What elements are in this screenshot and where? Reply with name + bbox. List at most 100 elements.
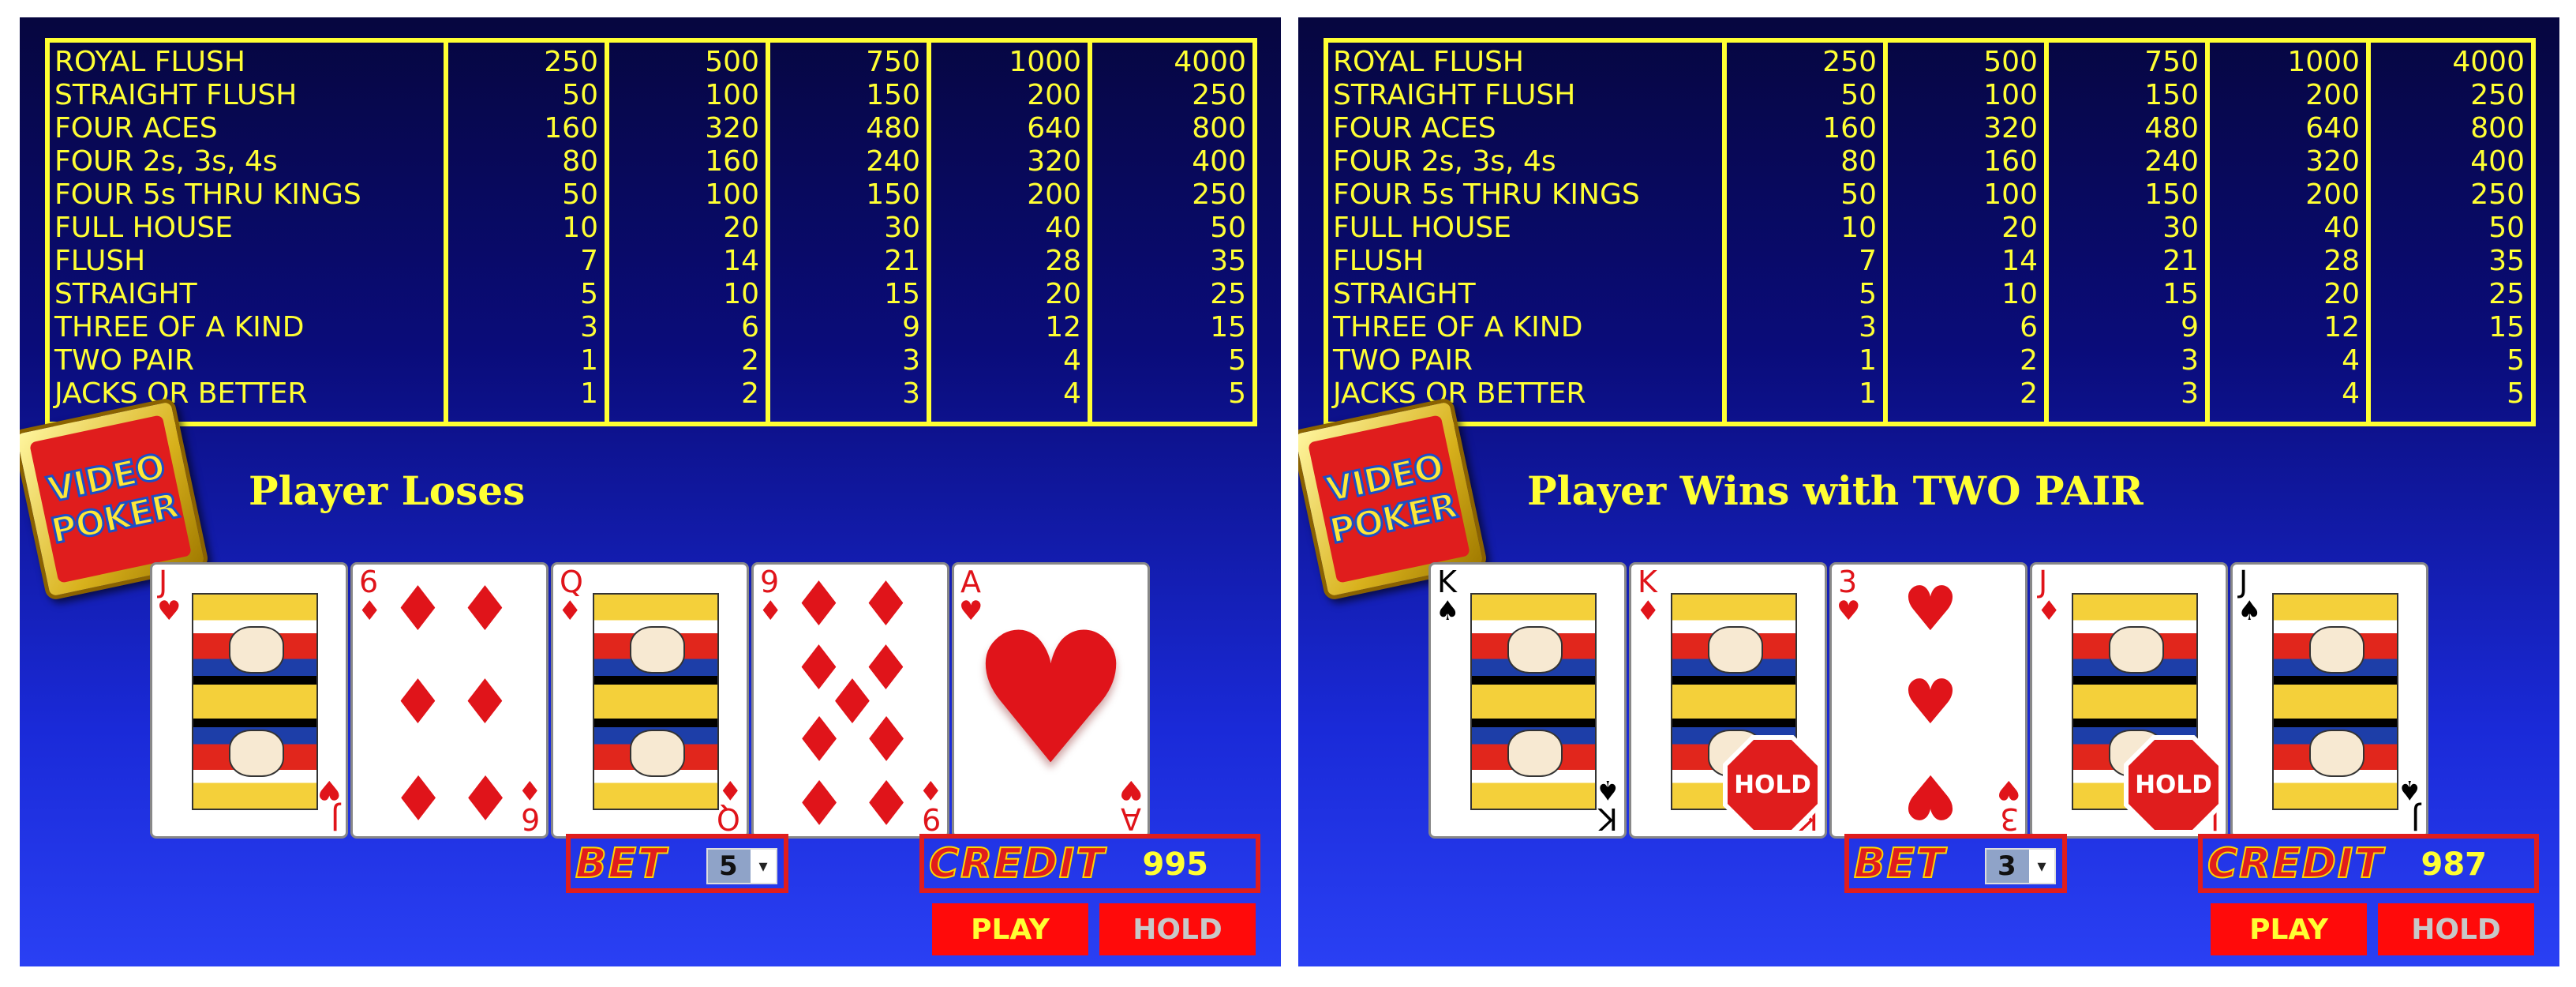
hold-badge[interactable]: HOLD <box>1723 735 1822 835</box>
paytable-hand: TWO PAIR <box>54 344 195 377</box>
playing-card[interactable]: 3 ♥ 3 ♥ ♥ ♥ ♥ <box>1829 562 2027 839</box>
hold-button[interactable]: HOLD <box>2378 903 2534 955</box>
paytable-payout: 7 <box>580 245 598 277</box>
play-button[interactable]: PLAY <box>932 903 1088 955</box>
bet-select[interactable]: 3 ▾ <box>1985 848 2056 884</box>
credit-label: CREDIT <box>2207 839 2384 888</box>
bet-value: 5 <box>719 850 738 882</box>
paytable-hand-names: ROYAL FLUSH STRAIGHT FLUSH FOUR ACES FOU… <box>1328 43 1727 422</box>
paytable-payout: 320 <box>705 112 759 144</box>
playing-card[interactable]: 9 ♦ 9 ♦ ♦ ♦ ♦ ♦ ♦ ♦ ♦ ♦ ♦ <box>751 562 949 839</box>
paytable-hand: FLUSH <box>54 245 146 277</box>
paytable-payout: 750 <box>2144 46 2199 78</box>
card-suit-icon: ♦ <box>758 595 783 627</box>
bet-label: BET <box>1853 839 1946 888</box>
paytable-payout: 20 <box>2323 278 2360 310</box>
paytable-payout: 800 <box>2470 112 2525 144</box>
paytable-payout: 400 <box>2470 145 2525 178</box>
suit-pip-icon: ♦ <box>457 574 513 646</box>
game-status: Player Wins with TWO PAIR <box>1527 467 2144 514</box>
playing-card[interactable]: J♦J♦HOLD <box>2030 562 2228 839</box>
card-rank: Q <box>717 801 740 836</box>
paytable-payout: 10 <box>2001 278 2038 310</box>
face-head-icon <box>1507 730 1563 777</box>
card-rank: 9 <box>921 801 941 836</box>
play-button[interactable]: PLAY <box>2211 903 2367 955</box>
paytable-payout: 50 <box>2488 212 2525 244</box>
playing-card[interactable]: K♦K♦HOLD <box>1629 562 1827 839</box>
face-card-art-icon <box>192 593 318 810</box>
playing-card[interactable]: J ♠ J ♠ <box>2230 562 2428 839</box>
paytable-payout: 3 <box>580 311 598 343</box>
paytable-payout: 7 <box>1859 245 1877 277</box>
paytable-payout: 500 <box>705 46 759 78</box>
paytable-payout: 5 <box>2507 344 2525 377</box>
credit-label: CREDIT <box>928 839 1106 888</box>
card-rank: 3 <box>1838 565 1858 599</box>
chevron-down-icon[interactable]: ▾ <box>2029 850 2054 883</box>
card-suit-icon: ♠ <box>2397 774 2421 805</box>
face-head-icon <box>2309 626 2364 674</box>
face-head-icon <box>1507 626 1563 674</box>
paytable-payout: 150 <box>866 79 920 111</box>
card-rank: J <box>2239 565 2248 599</box>
paytable-payout: 80 <box>562 145 598 178</box>
paytable-payout: 150 <box>866 178 920 211</box>
paytable-payout: 1 <box>580 377 598 410</box>
paytable-payout: 240 <box>866 145 920 178</box>
playing-card[interactable]: K ♠ K ♠ <box>1428 562 1627 839</box>
suit-pip-icon: ♦ <box>858 765 914 836</box>
hold-button[interactable]: HOLD <box>1099 903 1256 955</box>
card-suit-icon: ♦ <box>517 774 541 805</box>
paytable-payout: 4 <box>2342 377 2360 410</box>
card-suit-icon: ♦ <box>558 595 582 627</box>
paytable-payout: 4000 <box>1174 46 1246 78</box>
bet-label: BET <box>575 839 668 888</box>
paytable-column-1: 250 50 160 80 50 10 7 5 3 1 1 <box>1727 43 1888 422</box>
paytable-payout: 200 <box>2305 178 2360 211</box>
paytable-hand: JACKS OR BETTER <box>1333 377 1586 410</box>
playing-card[interactable]: J ♥ J ♥ <box>150 562 348 839</box>
playing-card[interactable]: Q ♦ Q ♦ <box>551 562 749 839</box>
suit-pip-icon: ♦ <box>791 765 847 836</box>
playing-card[interactable]: 6 ♦ 6 ♦ ♦ ♦ ♦ ♦ ♦ ♦ <box>350 562 549 839</box>
card-suit-icon: ♥ <box>1996 774 2020 805</box>
paytable-column-2: 500 100 320 160 100 20 14 10 6 2 2 <box>1888 43 2049 422</box>
bet-select[interactable]: 5 ▾ <box>706 848 777 884</box>
paytable-payout: 160 <box>544 112 598 144</box>
paytable-column-1: 250 50 160 80 50 10 7 5 3 1 1 <box>448 43 609 422</box>
face-head-icon <box>229 626 284 674</box>
card-rank: J <box>330 801 339 836</box>
hold-badge-label: HOLD <box>2129 740 2218 830</box>
paytable-payout: 5 <box>580 278 598 310</box>
paytable-column-5: 4000 250 800 400 250 50 35 25 15 5 5 <box>1092 43 1252 422</box>
paytable-column-3: 750 150 480 240 150 30 21 15 9 3 3 <box>770 43 931 422</box>
card-rank: A <box>960 565 981 599</box>
paytable-payout: 20 <box>2001 212 2038 244</box>
paytable-payout: 1 <box>1859 377 1877 410</box>
card-pips: ♦ ♦ ♦ ♦ ♦ ♦ ♦ ♦ ♦ <box>785 574 919 836</box>
paytable-column-4: 1000 200 640 320 200 40 28 20 12 4 4 <box>2210 43 2371 422</box>
paytable-payout: 25 <box>2488 278 2525 310</box>
paytable-payout: 10 <box>562 212 598 244</box>
paytable-payout: 2 <box>2020 344 2038 377</box>
card-pips: ♦ ♦ ♦ ♦ ♦ ♦ <box>384 574 519 831</box>
hold-badge[interactable]: HOLD <box>2124 735 2223 835</box>
paytable-payout: 50 <box>562 79 598 111</box>
paytable-payout: 480 <box>866 112 920 144</box>
hand-cards: K♠K♠K♦K♦HOLD3♥3♥♥♥♥J♦J♦HOLDJ♠J♠ <box>1428 562 2428 839</box>
paytable-hand: THREE OF A KIND <box>1333 311 1583 343</box>
paytable-payout: 200 <box>2305 79 2360 111</box>
hold-badge-label: HOLD <box>1728 740 1818 830</box>
playing-card[interactable]: A ♥ A ♥ ♥ <box>952 562 1150 839</box>
suit-pip-icon: ♦ <box>791 569 847 640</box>
paytable-payout: 50 <box>1210 212 1246 244</box>
paytable-payout: 25 <box>1210 278 1246 310</box>
paytable-payout: 150 <box>2144 79 2199 111</box>
card-rank: K <box>1437 565 1457 599</box>
paytable-payout: 35 <box>2488 245 2525 277</box>
ace-heart-icon: ♥ <box>969 595 1133 805</box>
bet-box: BET 3 ▾ <box>1844 834 2067 893</box>
chevron-down-icon[interactable]: ▾ <box>751 850 776 883</box>
face-head-icon <box>229 730 284 777</box>
